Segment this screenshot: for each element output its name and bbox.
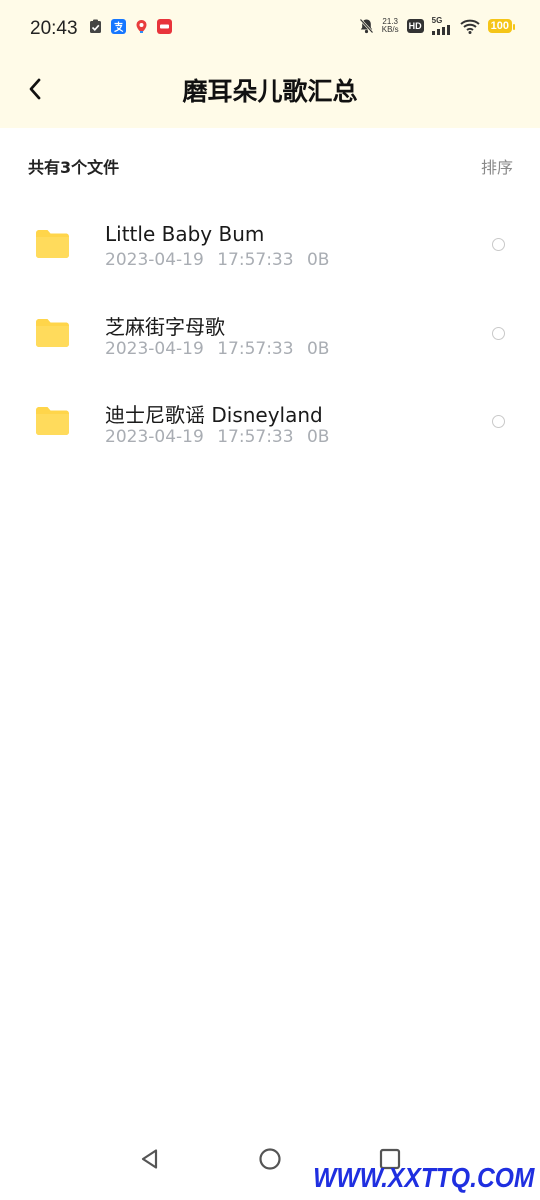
- file-meta: 2023-04-19 17:57:33 0B: [105, 338, 330, 359]
- hd-badge: HD: [406, 19, 424, 33]
- list-item[interactable]: 芝麻街字母歌 2023-04-19 17:57:33 0B: [0, 291, 540, 380]
- cellular-signal: 5G: [431, 17, 452, 35]
- summary-row: 共有3个文件 排序: [28, 154, 513, 180]
- folder-icon: [36, 407, 69, 435]
- system-navigation-bar: WWW.XXTTQ.COM: [0, 1130, 540, 1200]
- wifi-icon: [459, 19, 480, 34]
- page-title: 磨耳朵儿歌汇总: [182, 77, 358, 106]
- alipay-icon: [111, 19, 126, 34]
- map-pin-icon: [134, 19, 149, 34]
- file-name: 迪士尼歌谣 Disneyland: [105, 403, 323, 427]
- mute-bell-icon: [359, 18, 374, 34]
- file-count-label: 共有3个文件: [28, 158, 120, 177]
- folder-icon: [36, 318, 69, 347]
- status-right: 21.3 KB/s HD 5G 100: [359, 17, 516, 35]
- select-radio[interactable]: [492, 415, 505, 428]
- select-radio[interactable]: [492, 326, 505, 340]
- clipboard-check-icon: [88, 19, 103, 34]
- app-badge-icon: [157, 19, 172, 34]
- list-item[interactable]: 迪士尼歌谣 Disneyland 2023-04-19 17:57:33 0B: [0, 379, 540, 468]
- network-speed: 21.3 KB/s: [381, 17, 399, 34]
- file-meta: 2023-04-19 17:57:33 0B: [105, 427, 330, 447]
- file-name: 芝麻街字母歌: [105, 314, 225, 339]
- folder-icon: [36, 230, 69, 258]
- notification-icons: [88, 19, 172, 34]
- watermark-logo: WWW.XXTTQ.COM: [312, 1162, 534, 1193]
- nav-home-icon[interactable]: [258, 1147, 282, 1171]
- nav-back-icon[interactable]: [138, 1147, 162, 1171]
- battery-indicator: 100: [487, 19, 516, 33]
- sort-button[interactable]: 排序: [481, 154, 513, 178]
- file-meta: 2023-04-19 17:57:33 0B: [105, 250, 330, 270]
- list-item[interactable]: Little Baby Bum 2023-04-19 17:57:33 0B: [0, 202, 540, 291]
- file-list: Little Baby Bum 2023-04-19 17:57:33 0B 芝…: [0, 202, 540, 468]
- navigation-header: 磨耳朵儿歌汇总: [0, 58, 540, 120]
- signal-bars-icon: [431, 25, 450, 35]
- file-name: Little Baby Bum: [105, 222, 265, 246]
- status-bar: 20:43 21.3 KB/s HD 5G 100: [0, 0, 540, 58]
- select-radio[interactable]: [492, 238, 505, 251]
- status-time: 20:43: [30, 18, 78, 39]
